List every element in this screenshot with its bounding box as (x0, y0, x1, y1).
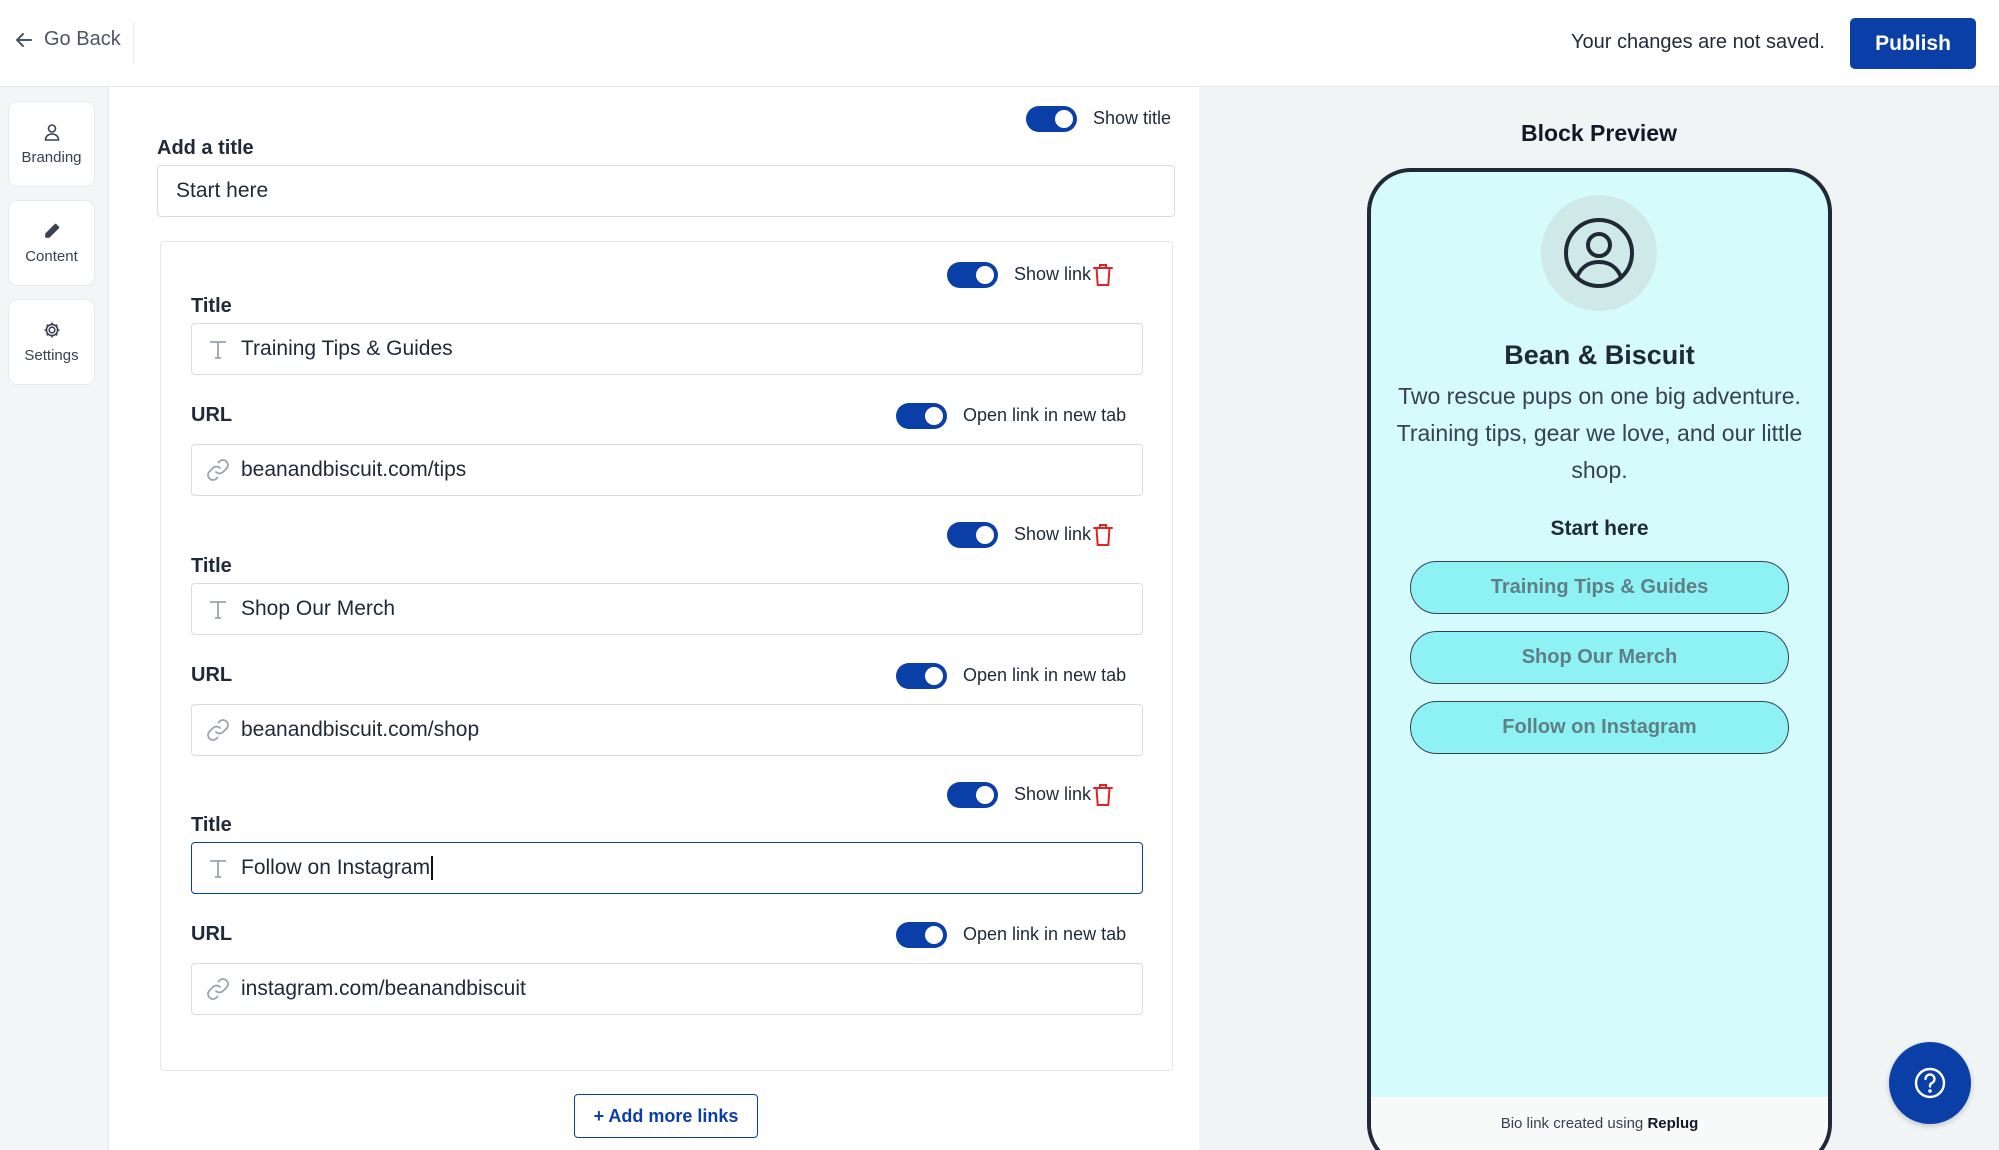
preview-panel: Block Preview Bean & Biscuit Two rescue … (1199, 87, 1999, 1150)
link-url-label: URL (191, 664, 233, 686)
footer-brand[interactable]: Replug (1647, 1115, 1698, 1132)
sidebar-item-label: Branding (21, 149, 82, 166)
link-title-value: Training Tips & Guides (241, 337, 453, 360)
user-icon (44, 124, 59, 141)
link-url-label: URL (191, 923, 233, 945)
link-url-value: beanandbiscuit.com/tips (241, 458, 467, 481)
footer-text: Bio link created using Replug (1371, 1115, 1828, 1132)
new-tab-label: Open link in new tab (963, 665, 1127, 685)
trash-icon[interactable] (1092, 522, 1114, 548)
sidebar: Branding Content Settings (0, 87, 109, 1150)
show-link-label: Show link (1014, 784, 1092, 804)
block-title-input[interactable]: Start here (157, 165, 1175, 217)
new-tab-label: Open link in new tab (963, 405, 1127, 425)
profile-name: Bean & Biscuit (1504, 340, 1695, 370)
pencil-icon (44, 223, 59, 238)
new-tab-toggle[interactable] (896, 403, 947, 429)
link-title-label: Title (191, 814, 232, 836)
publish-button[interactable]: Publish (1850, 18, 1976, 69)
link-url-input[interactable]: beanandbiscuit.com/shop (191, 704, 1143, 756)
link-title-label: Title (191, 555, 232, 577)
link-title-input[interactable]: Follow on Instagram (191, 842, 1143, 894)
link-title-value: Shop Our Merch (241, 597, 396, 620)
show-link-toggle[interactable] (947, 522, 998, 548)
trash-icon[interactable] (1092, 262, 1114, 288)
trash-icon[interactable] (1092, 782, 1114, 808)
links-container: Show link Title Training Tips & Guides U… (160, 241, 1173, 1071)
show-title-label: Show title (1093, 108, 1172, 128)
phone-frame: Bean & Biscuit Two rescue pups on one bi… (1367, 168, 1832, 1150)
arrow-left-icon (16, 32, 32, 47)
sidebar-item-settings[interactable]: Settings (8, 299, 95, 385)
go-back-label: Go Back (44, 28, 121, 50)
preview-link-button[interactable]: Training Tips & Guides (1410, 561, 1789, 614)
profile-bio: Two rescue pups on one big adventure. Tr… (1396, 383, 1803, 483)
show-title-toggle[interactable] (1026, 106, 1077, 132)
link-url-input[interactable]: instagram.com/beanandbiscuit (191, 963, 1143, 1015)
user-circle-icon (1564, 218, 1634, 288)
text-icon (205, 855, 231, 881)
question-circle-icon (1914, 1067, 1946, 1099)
new-tab-toggle[interactable] (896, 663, 947, 689)
show-link-label: Show link (1014, 264, 1092, 284)
new-tab-label: Open link in new tab (963, 924, 1127, 944)
add-title-label: Add a title (157, 137, 254, 159)
link-url-label: URL (191, 404, 233, 426)
text-icon (205, 336, 231, 362)
show-link-toggle[interactable] (947, 262, 998, 288)
preview-block-title: Start here (1550, 517, 1649, 540)
phone-footer: Bio link created using Replug (1371, 1097, 1828, 1150)
link-url-input[interactable]: beanandbiscuit.com/tips (191, 444, 1143, 496)
help-button[interactable] (1889, 1042, 1971, 1124)
link-title-input[interactable]: Shop Our Merch (191, 583, 1143, 635)
top-bar: Go Back Your changes are not saved. Publ… (0, 0, 1999, 87)
block-title-value: Start here (176, 179, 269, 202)
sidebar-item-label: Content (25, 248, 78, 265)
topbar-divider (133, 22, 134, 64)
unsaved-status: Your changes are not saved. (1571, 31, 1825, 53)
gear-icon (44, 322, 59, 338)
link-title-value: Follow on Instagram (241, 856, 431, 879)
sidebar-item-branding[interactable]: Branding (8, 101, 95, 187)
link-url-value: beanandbiscuit.com/shop (241, 718, 480, 741)
avatar (1541, 195, 1657, 311)
link-title-input[interactable]: Training Tips & Guides (191, 323, 1143, 375)
link-title-label: Title (191, 295, 232, 317)
preview-heading: Block Preview (1521, 120, 1677, 146)
link-icon (205, 976, 231, 1002)
sidebar-item-content[interactable]: Content (8, 200, 95, 286)
link-icon (205, 717, 231, 743)
go-back-button[interactable]: Go Back (14, 28, 121, 51)
show-link-toggle[interactable] (947, 782, 998, 808)
editor-panel: Show title Add a title Start here Show l… (133, 87, 1199, 1150)
add-more-links-button[interactable]: + Add more links (574, 1094, 758, 1138)
sidebar-item-label: Settings (24, 347, 79, 364)
text-caret (431, 856, 434, 880)
preview-link-button[interactable]: Follow on Instagram (1410, 701, 1789, 754)
link-url-value: instagram.com/beanandbiscuit (241, 977, 526, 1000)
text-icon (205, 596, 231, 622)
show-link-label: Show link (1014, 524, 1092, 544)
new-tab-toggle[interactable] (896, 922, 947, 948)
link-icon (205, 457, 231, 483)
preview-link-button[interactable]: Shop Our Merch (1410, 631, 1789, 684)
footer-prefix: Bio link created using (1500, 1115, 1644, 1132)
